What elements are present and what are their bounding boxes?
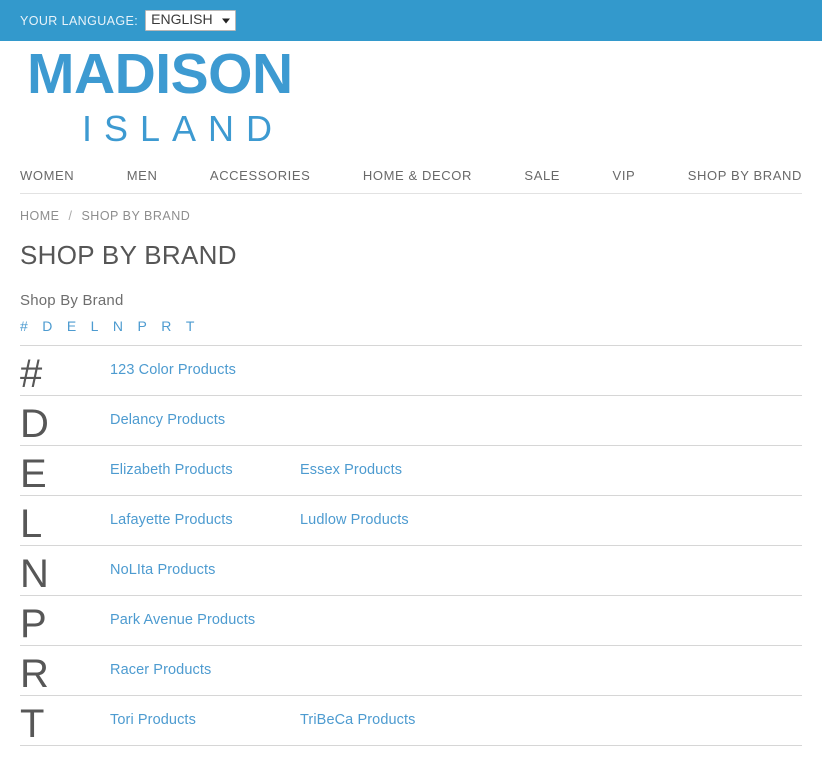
- brand-row: R Racer Products: [20, 646, 802, 696]
- brand-row: # 123 Color Products: [20, 346, 802, 396]
- alpha-link-p[interactable]: P: [137, 318, 146, 334]
- brand-row-letter: P: [20, 602, 47, 646]
- brand-row-letter: R: [20, 652, 49, 696]
- alpha-link-n[interactable]: N: [113, 318, 123, 334]
- nav-item-women[interactable]: WOMEN: [20, 168, 74, 193]
- brand-link[interactable]: NoLIta Products: [110, 562, 300, 578]
- brand-row-links: Racer Products: [110, 662, 802, 695]
- breadcrumb-current: SHOP BY BRAND: [81, 209, 191, 223]
- brand-row-links: 123 Color Products: [110, 362, 802, 395]
- language-select-wrapper[interactable]: ENGLISH: [145, 10, 237, 31]
- brand-row-letter: #: [20, 352, 43, 396]
- brand-row-letter: D: [20, 402, 49, 446]
- brand-row-letter: L: [20, 502, 43, 546]
- section-subtitle: Shop By Brand: [20, 292, 124, 309]
- language-label: YOUR LANGUAGE:: [20, 13, 139, 28]
- nav-item-vip[interactable]: VIP: [613, 168, 636, 193]
- brand-link[interactable]: Lafayette Products: [110, 512, 300, 528]
- brand-row-letter: E: [20, 452, 47, 496]
- nav-item-accessories[interactable]: ACCESSORIES: [210, 168, 311, 193]
- brand-row-letter: N: [20, 552, 49, 596]
- breadcrumb-home-link[interactable]: HOME: [20, 209, 60, 223]
- brand-row: D Delancy Products: [20, 396, 802, 446]
- brand-link[interactable]: Racer Products: [110, 662, 300, 678]
- alpha-link-d[interactable]: D: [42, 318, 52, 334]
- brand-link[interactable]: 123 Color Products: [110, 362, 300, 378]
- brand-row: N NoLIta Products: [20, 546, 802, 596]
- brand-link[interactable]: Essex Products: [300, 462, 490, 478]
- site-logo[interactable]: MADISON ISLAND: [0, 41, 822, 148]
- brand-row: L Lafayette Products Ludlow Products: [20, 496, 802, 546]
- brand-row-links: NoLIta Products: [110, 562, 802, 595]
- brand-link[interactable]: Park Avenue Products: [110, 612, 300, 628]
- brand-row-links: Delancy Products: [110, 412, 802, 445]
- brand-link[interactable]: Elizabeth Products: [110, 462, 300, 478]
- brand-link[interactable]: Ludlow Products: [300, 512, 490, 528]
- nav-item-men[interactable]: MEN: [127, 168, 158, 193]
- brand-row-links: Tori Products TriBeCa Products: [110, 712, 802, 745]
- main-navigation: WOMEN MEN ACCESSORIES HOME & DECOR SALE …: [0, 168, 822, 193]
- brand-row: P Park Avenue Products: [20, 596, 802, 646]
- alpha-link-e[interactable]: E: [67, 318, 76, 334]
- nav-item-home-and-decor[interactable]: HOME & DECOR: [363, 168, 472, 193]
- brand-row-letter: T: [20, 702, 45, 746]
- alpha-link-hash[interactable]: #: [20, 318, 28, 334]
- brand-row-links: Lafayette Products Ludlow Products: [110, 512, 802, 545]
- brand-list: # 123 Color Products D Delancy Products …: [20, 346, 802, 746]
- brand-row-links: Park Avenue Products: [110, 612, 802, 645]
- breadcrumb-divider: /: [68, 209, 73, 223]
- brand-row-links: Elizabeth Products Essex Products: [110, 462, 802, 495]
- nav-item-shop-by-brand[interactable]: SHOP BY BRAND: [688, 168, 802, 193]
- logo-secondary-text: ISLAND: [82, 108, 285, 149]
- alpha-link-r[interactable]: R: [161, 318, 171, 334]
- brand-row: E Elizabeth Products Essex Products: [20, 446, 802, 496]
- nav-item-sale[interactable]: SALE: [524, 168, 560, 193]
- logo-primary-text: MADISON: [27, 42, 293, 106]
- brand-link[interactable]: Delancy Products: [110, 412, 300, 428]
- alpha-link-t[interactable]: T: [186, 318, 195, 334]
- brand-row: T Tori Products TriBeCa Products: [20, 696, 802, 746]
- alphabet-filter: # D E L N P R T: [20, 318, 802, 346]
- language-select[interactable]: ENGLISH: [145, 10, 237, 31]
- page-title: SHOP BY BRAND: [20, 240, 237, 270]
- brand-link[interactable]: Tori Products: [110, 712, 300, 728]
- brand-link[interactable]: TriBeCa Products: [300, 712, 490, 728]
- language-bar: YOUR LANGUAGE: ENGLISH: [0, 0, 822, 41]
- alpha-link-l[interactable]: L: [91, 318, 99, 334]
- breadcrumb: HOME / SHOP BY BRAND: [0, 194, 822, 223]
